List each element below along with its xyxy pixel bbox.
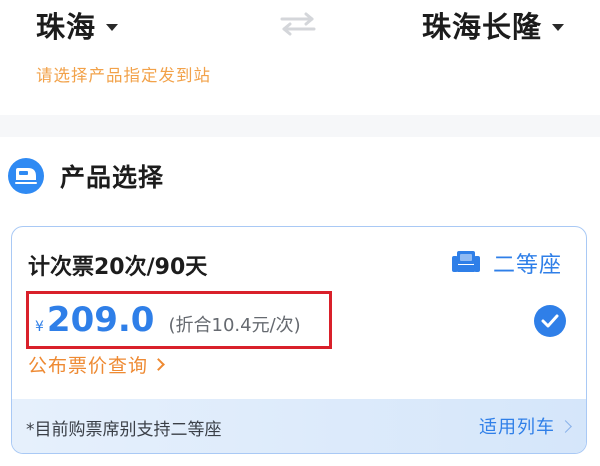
station-hint: 请选择产品指定发到站 (36, 66, 211, 85)
price-row: ¥ 209.0 (折合10.4元/次) (35, 300, 301, 340)
seat-class: 二等座 (451, 247, 562, 279)
train-icon (8, 158, 44, 194)
currency-symbol: ¥ (35, 319, 44, 335)
section-header: 产品选择 (8, 158, 164, 194)
per-use-price: (折合10.4元/次) (168, 315, 301, 336)
applicable-trains-label: 适用列车 (479, 417, 555, 438)
fare-inquiry-label: 公布票价查询 (28, 355, 149, 377)
station-row: 珠海 珠海长隆 (0, 0, 600, 60)
caret-down-icon (106, 23, 119, 31)
chevron-right-icon (559, 419, 572, 433)
seat-support-note: *目前购票席别支持二等座 (26, 420, 222, 440)
check-circle-icon[interactable] (534, 305, 566, 337)
card-footer: *目前购票席别支持二等座 适用列车 (12, 399, 586, 453)
product-name: 计次票20次/90天 (28, 255, 208, 280)
seat-icon (451, 251, 480, 272)
price-highlight-box: ¥ 209.0 (折合10.4元/次) (26, 291, 332, 349)
seat-class-label: 二等座 (492, 253, 562, 278)
product-card[interactable]: 计次票20次/90天 二等座 ¥ 209.0 (折合10.4元/次) 公布票价查… (11, 226, 587, 454)
section-divider (0, 115, 600, 137)
chevron-right-icon (152, 358, 165, 371)
fare-inquiry-link[interactable]: 公布票价查询 (28, 351, 165, 378)
swap-arrows-icon[interactable] (278, 12, 318, 36)
to-station-selector[interactable]: 珠海长隆 (422, 4, 564, 46)
applicable-trains-link[interactable]: 适用列车 (479, 413, 572, 439)
from-station-name: 珠海 (36, 10, 97, 44)
caret-down-icon (552, 23, 564, 31)
product-price: 209.0 (46, 300, 155, 340)
section-title: 产品选择 (60, 163, 165, 192)
from-station-selector[interactable]: 珠海 (36, 4, 119, 46)
to-station-name: 珠海长隆 (421, 10, 542, 44)
